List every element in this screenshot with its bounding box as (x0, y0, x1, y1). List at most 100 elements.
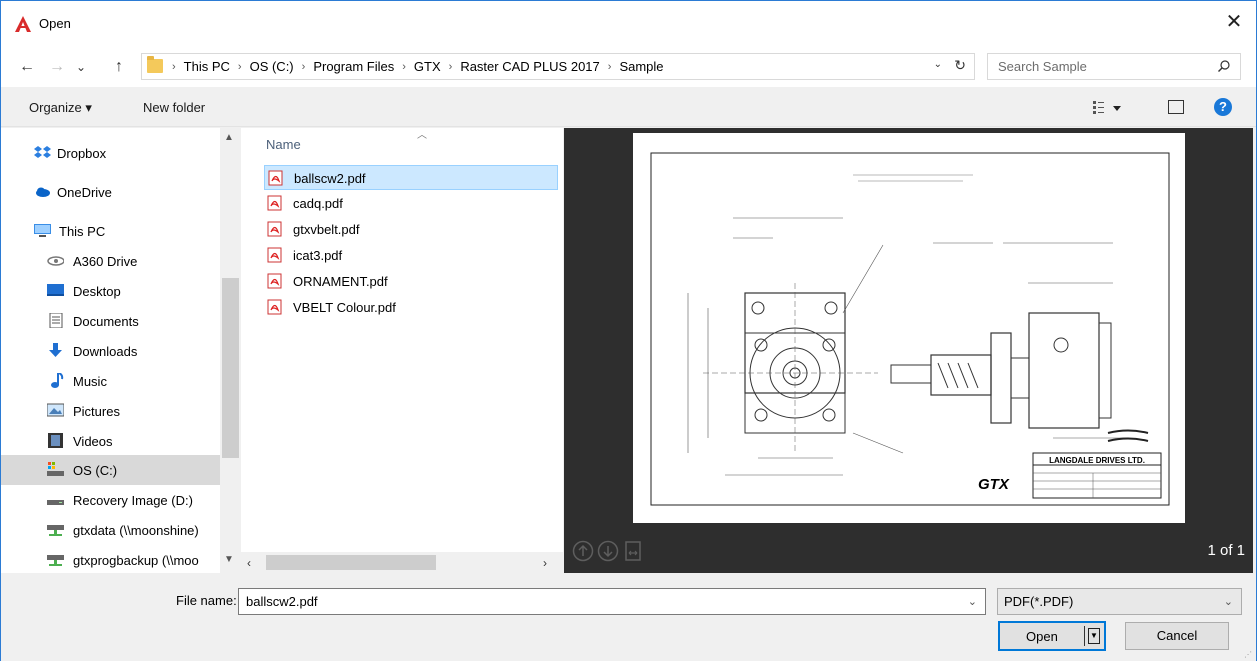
search-icon[interactable] (1218, 60, 1230, 72)
breadcrumb-chevron-icon[interactable]: › (608, 59, 612, 75)
sidebar-item-documents[interactable]: Documents (1, 306, 220, 336)
open-dialog: Open ✕ ← → ⌄ ↑ › This PC › OS (C:) › Pro… (0, 0, 1257, 661)
file-row[interactable]: cadq.pdf (264, 191, 558, 216)
chevron-down-icon[interactable]: ⌄ (968, 595, 977, 608)
scroll-up-icon[interactable]: ▲ (224, 132, 234, 143)
new-folder-button[interactable]: New folder (143, 100, 205, 115)
breadcrumb: › This PC › OS (C:) › Program Files › GT… (172, 59, 664, 75)
onedrive-icon (36, 187, 50, 197)
back-arrow-icon[interactable]: ← (17, 56, 37, 78)
documents-icon (49, 313, 63, 328)
resize-grip-icon[interactable]: ⋰ (1244, 650, 1254, 660)
address-dropdown-icon[interactable]: ⌄ (934, 59, 942, 70)
organize-button[interactable]: Organize ▾ (29, 100, 92, 116)
network-drive-icon (47, 555, 64, 566)
cancel-button[interactable]: Cancel (1125, 622, 1229, 650)
chevron-down-icon[interactable]: ⌄ (1224, 595, 1233, 608)
search-placeholder: Search Sample (998, 59, 1087, 74)
column-header-name[interactable]: ︿ Name (241, 128, 563, 160)
sidebar-item-label: Videos (73, 434, 113, 449)
file-row[interactable]: gtxvbelt.pdf (264, 217, 558, 242)
file-name-input[interactable]: ballscw2.pdf ⌄ (238, 588, 986, 615)
sidebar-item-gtxprogbackup[interactable]: gtxprogbackup (\\moo (1, 545, 220, 573)
sidebar-item-os-c[interactable]: OS (C:) (1, 455, 220, 485)
sidebar-item-recovery-image[interactable]: Recovery Image (D:) (1, 485, 220, 515)
up-arrow-icon[interactable]: ↑ (109, 56, 129, 78)
preview-pane-icon[interactable] (1168, 100, 1184, 114)
file-row[interactable]: ballscw2.pdf (264, 165, 558, 190)
fit-page-icon[interactable] (622, 540, 644, 562)
scroll-left-icon[interactable]: ‹ (247, 556, 251, 570)
breadcrumb-gtx[interactable]: GTX (414, 59, 441, 75)
sidebar-item-onedrive[interactable]: OneDrive (1, 177, 220, 207)
music-icon (51, 373, 64, 388)
sidebar-item-pictures[interactable]: Pictures (1, 396, 220, 426)
file-row[interactable]: ORNAMENT.pdf (264, 269, 558, 294)
file-row[interactable]: icat3.pdf (264, 243, 558, 268)
address-bar[interactable]: › This PC › OS (C:) › Program Files › GT… (141, 53, 975, 80)
refresh-icon[interactable]: ↻ (954, 57, 966, 74)
file-list-scroll-thumb[interactable] (266, 555, 436, 570)
sidebar-item-gtxdata[interactable]: gtxdata (\\moonshine) (1, 515, 220, 545)
sidebar-scroll-thumb[interactable] (222, 278, 239, 458)
breadcrumb-chevron-icon[interactable]: › (449, 59, 453, 75)
open-button[interactable]: Open ▼ (998, 621, 1106, 651)
sidebar-item-dropbox[interactable]: Dropbox (1, 138, 220, 168)
next-page-icon[interactable] (597, 540, 619, 562)
sidebar-item-music[interactable]: Music (1, 366, 220, 396)
command-bar: Organize ▾ New folder ? (1, 87, 1256, 127)
gtx-logo: GTX (978, 476, 1010, 493)
open-button-label: Open (1026, 629, 1058, 644)
file-name: gtxvbelt.pdf (293, 222, 360, 237)
change-view-icon[interactable] (1093, 100, 1123, 116)
a360-drive-icon (47, 256, 64, 266)
file-type-select[interactable]: PDF(*.PDF) ⌄ (997, 588, 1242, 615)
breadcrumb-raster-cad-plus[interactable]: Raster CAD PLUS 2017 (460, 59, 599, 75)
pdf-file-icon (267, 247, 282, 263)
file-type-value: PDF(*.PDF) (1004, 594, 1074, 609)
sidebar-item-desktop[interactable]: Desktop (1, 276, 220, 306)
pdf-file-icon (267, 299, 282, 315)
file-list-scrollbar[interactable]: ‹ › (241, 552, 563, 573)
file-row[interactable]: VBELT Colour.pdf (264, 295, 558, 320)
pdf-file-icon (267, 273, 282, 289)
pdf-preview-page: LANGDALE DRIVES LTD. GTX (633, 133, 1185, 523)
breadcrumb-sample[interactable]: Sample (619, 59, 663, 75)
scroll-right-icon[interactable]: › (543, 556, 547, 570)
drive-icon (47, 462, 64, 476)
help-icon[interactable]: ? (1214, 98, 1232, 116)
breadcrumb-os-c[interactable]: OS (C:) (250, 59, 294, 75)
file-name: cadq.pdf (293, 196, 343, 211)
network-drive-icon (47, 525, 64, 536)
breadcrumb-chevron-icon[interactable]: › (238, 59, 242, 75)
dialog-footer: File name: ballscw2.pdf ⌄ PDF(*.PDF) ⌄ O… (1, 573, 1256, 661)
computer-icon (34, 224, 51, 237)
breadcrumb-program-files[interactable]: Program Files (313, 59, 394, 75)
recent-locations-chevron-icon[interactable]: ⌄ (71, 56, 91, 78)
forward-arrow-icon[interactable]: → (47, 56, 67, 78)
scroll-down-icon[interactable]: ▼ (224, 554, 234, 565)
column-header-label: Name (266, 137, 301, 152)
sidebar-item-a360-drive[interactable]: A360 Drive (1, 246, 220, 276)
sidebar-item-label: gtxprogbackup (\\moo (73, 553, 199, 568)
previous-page-icon[interactable] (572, 540, 594, 562)
open-options-dropdown-icon[interactable]: ▼ (1088, 628, 1100, 644)
videos-icon (48, 433, 63, 448)
folder-icon (147, 56, 163, 73)
sidebar-item-label: Dropbox (57, 146, 107, 161)
sidebar-item-label: Documents (73, 314, 139, 329)
sidebar-scrollbar[interactable]: ▲ ▼ (220, 128, 241, 573)
breadcrumb-chevron-icon[interactable]: › (302, 59, 306, 75)
file-name: icat3.pdf (293, 248, 343, 263)
breadcrumb-root-chevron-icon[interactable]: › (172, 59, 176, 75)
sidebar-item-downloads[interactable]: Downloads (1, 336, 220, 366)
search-input[interactable]: Search Sample (987, 53, 1241, 80)
dropbox-icon (34, 146, 51, 158)
close-icon[interactable]: ✕ (1222, 11, 1246, 35)
sort-ascending-icon: ︿ (417, 130, 427, 141)
sidebar-item-this-pc[interactable]: This PC (1, 216, 220, 246)
sidebar-item-videos[interactable]: Videos (1, 426, 220, 456)
breadcrumb-this-pc[interactable]: This PC (184, 59, 230, 75)
breadcrumb-chevron-icon[interactable]: › (402, 59, 406, 75)
pictures-icon (47, 403, 64, 417)
